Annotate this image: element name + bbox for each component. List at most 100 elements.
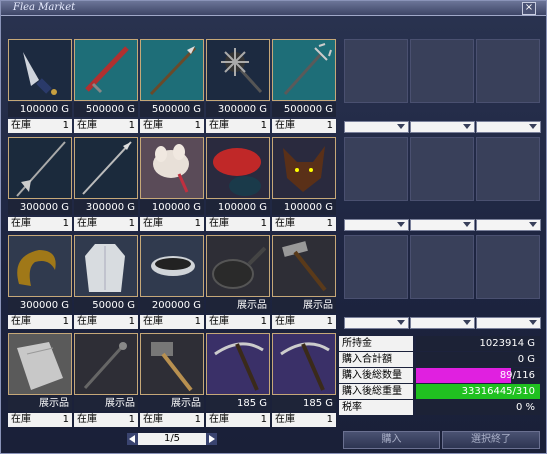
- polearm-icon[interactable]: [8, 137, 72, 199]
- quantity-dropdown[interactable]: [476, 219, 541, 231]
- stock-qty: 1: [62, 120, 69, 131]
- stock-label: 在庫: [209, 316, 229, 327]
- hammer-icon[interactable]: [272, 235, 336, 297]
- frying-pan-icon[interactable]: [206, 235, 270, 297]
- purchase-slot[interactable]: [344, 39, 408, 103]
- item-stock: 在庫 1: [272, 217, 336, 231]
- item-cell[interactable]: 500000 G 在庫 1: [140, 39, 204, 133]
- stock-label: 在庫: [143, 316, 163, 327]
- stock-label: 在庫: [11, 120, 31, 131]
- quantity-dropdown[interactable]: [344, 219, 409, 231]
- count-bar: 89/116: [416, 368, 540, 383]
- stock-qty: 1: [326, 120, 333, 131]
- stock-label: 在庫: [77, 414, 97, 425]
- item-cell[interactable]: 展示品 在庫 1: [206, 235, 270, 329]
- pickaxe-icon[interactable]: [206, 333, 270, 395]
- item-price: 200000 G: [140, 298, 204, 313]
- robe-icon[interactable]: [74, 235, 138, 297]
- item-cell[interactable]: 300000 G 在庫 1: [8, 137, 72, 231]
- next-page-button[interactable]: [206, 433, 217, 445]
- stock-label: 在庫: [143, 414, 163, 425]
- horns-icon[interactable]: [8, 235, 72, 297]
- page-indicator: 1/5: [163, 433, 181, 444]
- mallet-icon[interactable]: [140, 333, 204, 395]
- prev-page-button[interactable]: [127, 433, 138, 445]
- title-bar[interactable]: Flea Market ×: [1, 1, 546, 16]
- quantity-dropdown[interactable]: [476, 317, 541, 329]
- item-price: 300000 G: [8, 298, 72, 313]
- item-stock: 在庫 1: [74, 413, 138, 427]
- stock-qty: 1: [128, 414, 135, 425]
- item-price: 500000 G: [140, 102, 204, 117]
- item-cell[interactable]: 200000 G 在庫 1: [140, 235, 204, 329]
- spear-icon[interactable]: [140, 39, 204, 101]
- quantity-dropdown[interactable]: [344, 317, 409, 329]
- window-title: Flea Market: [13, 2, 76, 13]
- red-beret-icon[interactable]: [206, 137, 270, 199]
- weight-row: 購入後総重量 33316445/310: [339, 384, 540, 399]
- purchase-slot[interactable]: [410, 235, 474, 299]
- morning-star-icon[interactable]: [206, 39, 270, 101]
- red-sword-icon[interactable]: [74, 39, 138, 101]
- purchase-slot[interactable]: [410, 39, 474, 103]
- item-cell[interactable]: 100000 G 在庫 1: [206, 137, 270, 231]
- item-cell[interactable]: 展示品 在庫 1: [74, 333, 138, 427]
- count-row: 購入後総数量 89/116: [339, 368, 540, 383]
- item-cell[interactable]: 500000 G 在庫 1: [272, 39, 336, 133]
- stock-label: 在庫: [11, 218, 31, 229]
- item-cell[interactable]: 展示品 在庫 1: [8, 333, 72, 427]
- quantity-dropdown[interactable]: [344, 121, 409, 133]
- purchase-slot[interactable]: [476, 235, 540, 299]
- chevron-down-icon: [397, 222, 405, 227]
- item-stock: 在庫 1: [206, 315, 270, 329]
- quantity-dropdown[interactable]: [410, 219, 475, 231]
- stock-qty: 1: [194, 218, 201, 229]
- stock-label: 在庫: [77, 316, 97, 327]
- select-end-button[interactable]: 選択終了: [442, 431, 540, 449]
- quantity-dropdown[interactable]: [410, 317, 475, 329]
- stock-qty: 1: [326, 218, 333, 229]
- item-cell[interactable]: 500000 G 在庫 1: [74, 39, 138, 133]
- item-cell[interactable]: 300000 G 在庫 1: [74, 137, 138, 231]
- weight-value: 33316445/310: [461, 386, 535, 397]
- item-cell[interactable]: 展示品 在庫 1: [272, 235, 336, 329]
- quantity-dropdown[interactable]: [476, 121, 541, 133]
- item-cell[interactable]: 50000 G 在庫 1: [74, 235, 138, 329]
- purchase-slot[interactable]: [476, 39, 540, 103]
- cloth-icon[interactable]: [8, 333, 72, 395]
- bunny-hat-icon[interactable]: [140, 137, 204, 199]
- item-cell[interactable]: 100000 G 在庫 1: [140, 137, 204, 231]
- item-cell[interactable]: 185 G 在庫 1: [206, 333, 270, 427]
- bowl-icon[interactable]: [140, 235, 204, 297]
- purchase-slot[interactable]: [410, 137, 474, 201]
- item-cell[interactable]: 300000 G 在庫 1: [206, 39, 270, 133]
- wolf-head-icon[interactable]: [272, 137, 336, 199]
- purchase-slot[interactable]: [344, 137, 408, 201]
- purchase-slot[interactable]: [344, 235, 408, 299]
- count-fill: [416, 368, 512, 383]
- item-cell[interactable]: 展示品 在庫 1: [140, 333, 204, 427]
- close-button[interactable]: ×: [522, 2, 536, 15]
- tax-value: 0 %: [416, 400, 540, 415]
- count-value: 89/116: [499, 370, 535, 381]
- stock-label: 在庫: [143, 218, 163, 229]
- chevron-down-icon: [463, 124, 471, 129]
- item-cell[interactable]: 100000 G 在庫 1: [8, 39, 72, 133]
- buy-button[interactable]: 購入: [343, 431, 440, 449]
- stock-qty: 1: [326, 316, 333, 327]
- lance-icon[interactable]: [74, 137, 138, 199]
- chevron-down-icon: [529, 222, 537, 227]
- item-cell[interactable]: 185 G 在庫 1: [272, 333, 336, 427]
- item-cell[interactable]: 100000 G 在庫 1: [272, 137, 336, 231]
- pickaxe-icon[interactable]: [272, 333, 336, 395]
- flea-market-window: Flea Market × 100000 G 在庫 1 500000 G 在庫 1 5000…: [0, 0, 547, 454]
- stock-label: 在庫: [275, 120, 295, 131]
- item-cell[interactable]: 300000 G 在庫 1: [8, 235, 72, 329]
- item-stock: 在庫 1: [74, 217, 138, 231]
- trident-icon[interactable]: [272, 39, 336, 101]
- dagger-icon[interactable]: [8, 39, 72, 101]
- purchase-slot[interactable]: [476, 137, 540, 201]
- quantity-dropdown[interactable]: [410, 121, 475, 133]
- wand-icon[interactable]: [74, 333, 138, 395]
- item-stock: 在庫 1: [140, 119, 204, 133]
